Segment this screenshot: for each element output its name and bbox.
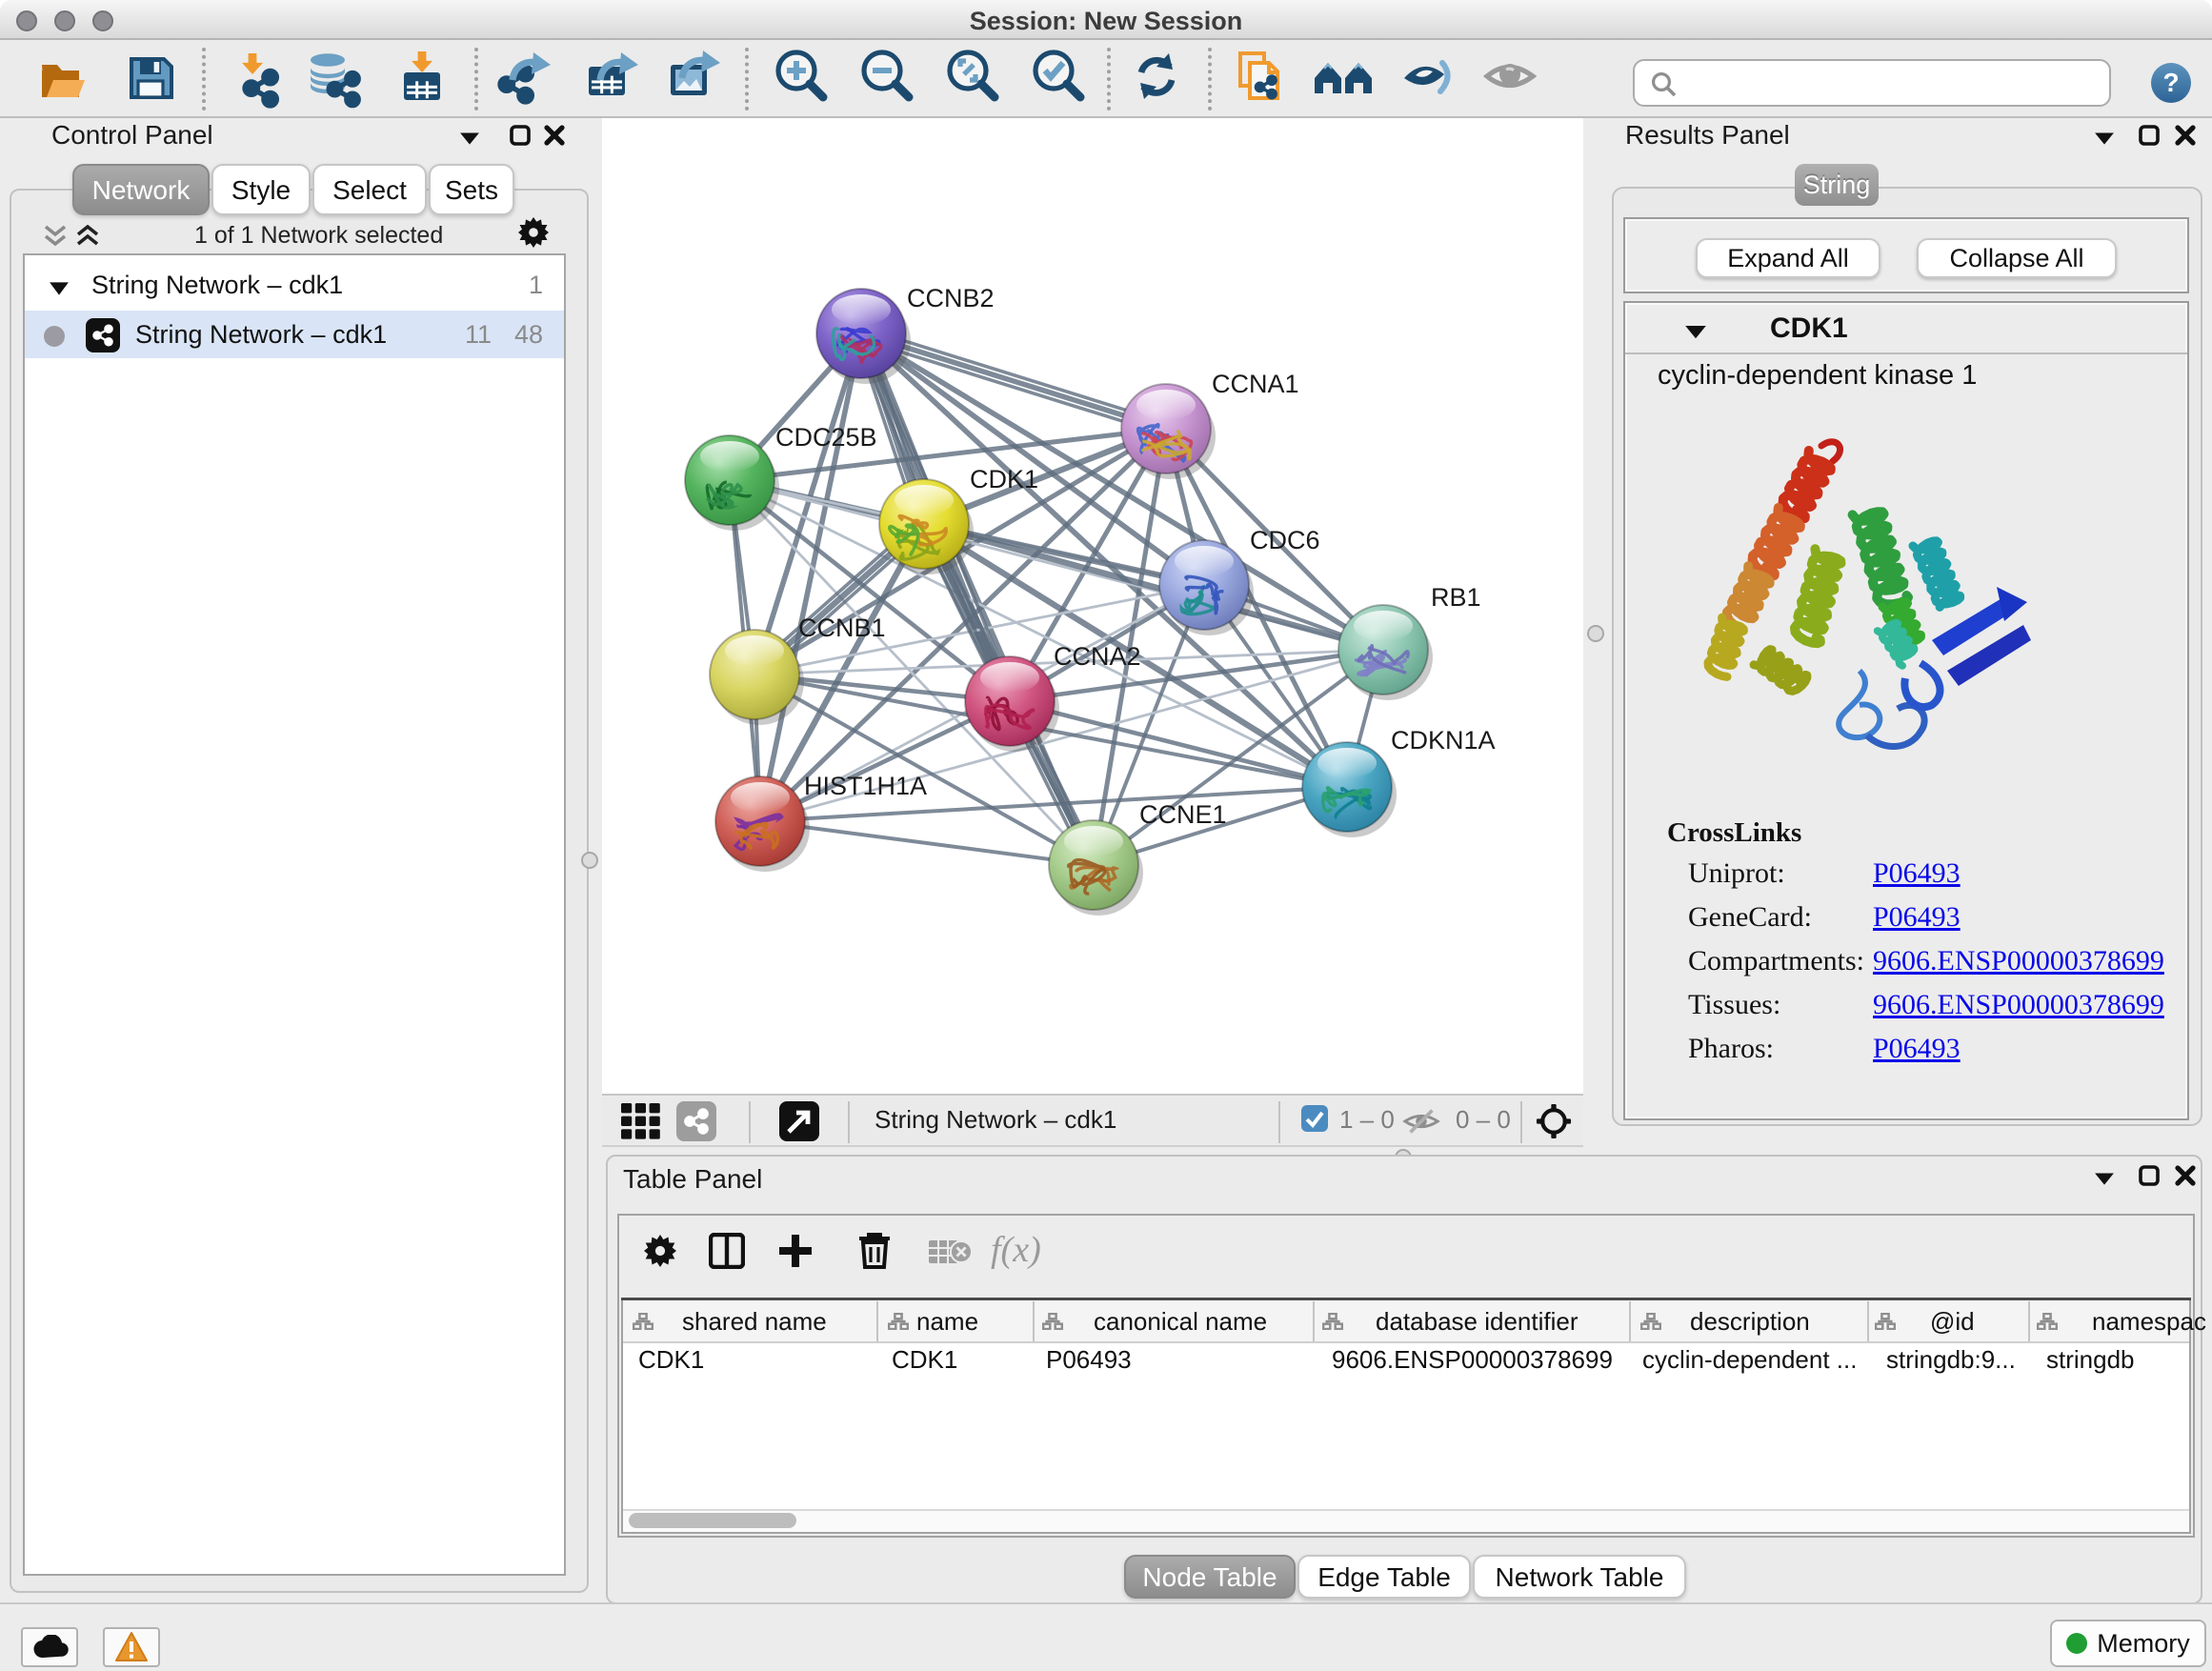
- svg-text:CDC25B: CDC25B: [775, 423, 877, 452]
- svg-text:CDC6: CDC6: [1250, 526, 1320, 554]
- svg-text:CCNB1: CCNB1: [798, 614, 886, 642]
- svg-text:CCNE1: CCNE1: [1139, 800, 1227, 829]
- svg-text:CCNA1: CCNA1: [1212, 370, 1299, 398]
- svg-text:RB1: RB1: [1431, 583, 1481, 612]
- svg-text:CCNA2: CCNA2: [1054, 642, 1141, 671]
- svg-text:CDKN1A: CDKN1A: [1391, 726, 1496, 755]
- svg-text:CDK1: CDK1: [970, 465, 1038, 493]
- svg-text:HIST1H1A: HIST1H1A: [804, 772, 927, 800]
- svg-text:CCNB2: CCNB2: [907, 284, 995, 312]
